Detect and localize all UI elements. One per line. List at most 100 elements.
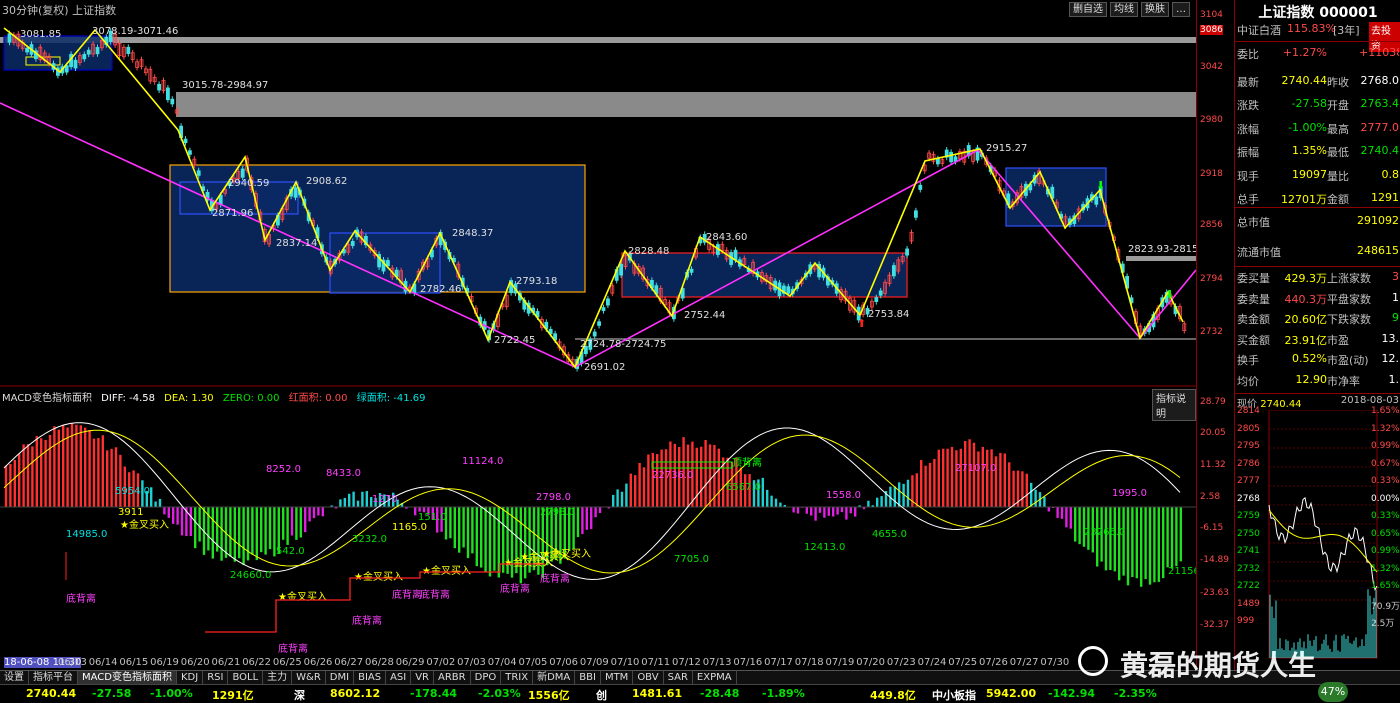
date-tick: 07/20 — [856, 657, 885, 668]
divergence-label: 底背离 — [66, 592, 96, 605]
indicator-tab[interactable]: MACD变色指标面积 — [78, 671, 177, 684]
chart-area[interactable]: 3081.85 3078.19-3071.46 3015.78-2984.97 294… — [0, 0, 1196, 702]
indicator-tab[interactable]: TRIX — [501, 671, 533, 684]
mini-right-tick: 1.65% — [1371, 406, 1400, 416]
mini-right-tick: 1.65% — [1371, 581, 1400, 591]
candle-body — [879, 291, 882, 295]
kline-chart[interactable]: 3081.85 3078.19-3071.46 3015.78-2984.97 294… — [0, 0, 1196, 670]
area-label: 1270 — [372, 494, 397, 505]
price-tick: 3086 — [1200, 25, 1223, 35]
date-tick: 07/12 — [672, 657, 701, 668]
quote-label: 金额 — [1327, 191, 1349, 207]
price-label: 2848.37 — [452, 228, 493, 239]
candle-body — [188, 151, 191, 155]
promo-period: [3年] — [1333, 22, 1360, 38]
toolbar-button[interactable]: … — [1172, 2, 1190, 17]
area-label: 7705.0 — [674, 554, 709, 565]
promo-row[interactable]: 中证白酒 115.83% [3年] 去投资 — [1235, 22, 1400, 42]
quote-value: 1.35% — [1275, 144, 1327, 157]
indicator-tab[interactable]: 新DMA — [533, 671, 575, 684]
progress-badge[interactable]: 47% — [1318, 682, 1348, 702]
candle-body — [96, 47, 99, 53]
area-label: 5954.0 — [115, 486, 150, 497]
indicator-tab[interactable]: SAR — [664, 671, 693, 684]
toolbar-button[interactable]: 删自选 — [1069, 2, 1107, 17]
area-label: 22736.0 — [652, 470, 693, 481]
status-value: 1291亿 — [212, 687, 254, 703]
date-tick: 07/24 — [918, 657, 947, 668]
indicator-tab[interactable]: W&R — [292, 671, 326, 684]
candle-body — [936, 159, 939, 164]
panel-divider — [1235, 266, 1400, 267]
indicator-tab[interactable]: 主力 — [263, 671, 292, 684]
indicator-tab[interactable]: EXPMA — [693, 671, 737, 684]
quote-row: 涨幅 -1.00% 最高 2777.0 — [1235, 121, 1400, 141]
mini-left-tick: 2732 — [1237, 564, 1260, 574]
date-tick: 07/26 — [979, 657, 1008, 668]
quote-label: 开盘 — [1327, 97, 1349, 113]
status-value: 深 — [294, 687, 305, 703]
quote-label: 均价 — [1237, 373, 1259, 389]
golden-cross-signal: ★金叉买入 — [422, 564, 471, 577]
area-label: 1165.0 — [392, 522, 427, 533]
indicator-tick: 28.79 — [1200, 397, 1226, 407]
candle-body — [127, 47, 130, 53]
candle-body — [690, 269, 693, 272]
candle-body — [892, 266, 895, 276]
area-label: 8433.0 — [326, 468, 361, 479]
indicator-tab[interactable]: DPO — [471, 671, 502, 684]
indicator-tick: 2.58 — [1200, 492, 1220, 502]
quote-label: 流通市值 — [1237, 244, 1281, 260]
indicator-tab[interactable]: ARBR — [434, 671, 471, 684]
quote-label: 市净率 — [1327, 373, 1360, 389]
date-tick: 07/30 — [1040, 657, 1069, 668]
indicator-tab[interactable]: DMI — [326, 671, 354, 684]
date-tick: 07/03 — [457, 657, 486, 668]
indicator-tab[interactable]: BBI — [575, 671, 601, 684]
mini-left-tick: 1489 — [1237, 599, 1260, 609]
indicator-tab[interactable]: VR — [411, 671, 434, 684]
resistance-band — [176, 92, 1196, 117]
price-tick: 2918 — [1200, 169, 1223, 179]
diff-value: DIFF: -4.58 — [101, 393, 155, 404]
toolbar-button[interactable]: 换肤 — [1141, 2, 1169, 17]
indicator-help-button[interactable]: 指标说明 — [1152, 389, 1196, 421]
date-tick: 07/10 — [611, 657, 640, 668]
quote-label: 卖金额 — [1237, 311, 1270, 327]
quote-value: 440.3万 — [1275, 291, 1327, 307]
chart-title: 30分钟(复权) 上证指数 — [2, 2, 116, 18]
quote-label: 振幅 — [1237, 144, 1259, 160]
indicator-name: MACD变色指标面积 — [2, 393, 92, 404]
date-tick: 07/11 — [641, 657, 670, 668]
toolbar-button[interactable]: 均线 — [1110, 2, 1138, 17]
mini-price-line — [1269, 498, 1377, 590]
indicator-tab[interactable]: 设置 — [0, 671, 29, 684]
quote-row: 最新 2740.44 昨收 2768.0 — [1235, 74, 1400, 94]
quote-label: 昨收 — [1327, 74, 1349, 90]
date-tick: 07/09 — [580, 657, 609, 668]
price-tick: 2794 — [1200, 274, 1223, 284]
quote-label: 最新 — [1237, 74, 1259, 90]
area-label: 4655.0 — [872, 529, 907, 540]
quote-row: 振幅 1.35% 最低 2740.4 — [1235, 144, 1400, 164]
indicator-tab[interactable]: MTM — [601, 671, 633, 684]
mini-left-tick: 2768 — [1237, 494, 1260, 504]
indicator-tab[interactable]: BOLL — [228, 671, 263, 684]
price-label: 2828.48 — [628, 246, 669, 257]
candle-body — [241, 169, 244, 177]
date-tick: 07/27 — [1010, 657, 1039, 668]
indicator-tab[interactable]: 指标平台 — [29, 671, 78, 684]
indicator-tab[interactable]: RSI — [203, 671, 228, 684]
indicator-tab[interactable]: ASI — [386, 671, 411, 684]
divergence-label: 底背离 — [500, 582, 530, 595]
indicator-tab[interactable]: KDJ — [177, 671, 203, 684]
indicator-tab[interactable]: BIAS — [354, 671, 386, 684]
quote-value: 12. — [1359, 352, 1399, 365]
indicator-tab[interactable]: OBV — [633, 671, 663, 684]
market-cap-row: 流通市值 248615 — [1235, 244, 1400, 264]
mini-left-tick: 2795 — [1237, 441, 1260, 451]
panel-divider — [1235, 207, 1400, 208]
price-tick: 3104 — [1200, 10, 1223, 20]
quote-value: 9 — [1359, 311, 1399, 324]
mini-left-tick: 2814 — [1237, 406, 1260, 416]
